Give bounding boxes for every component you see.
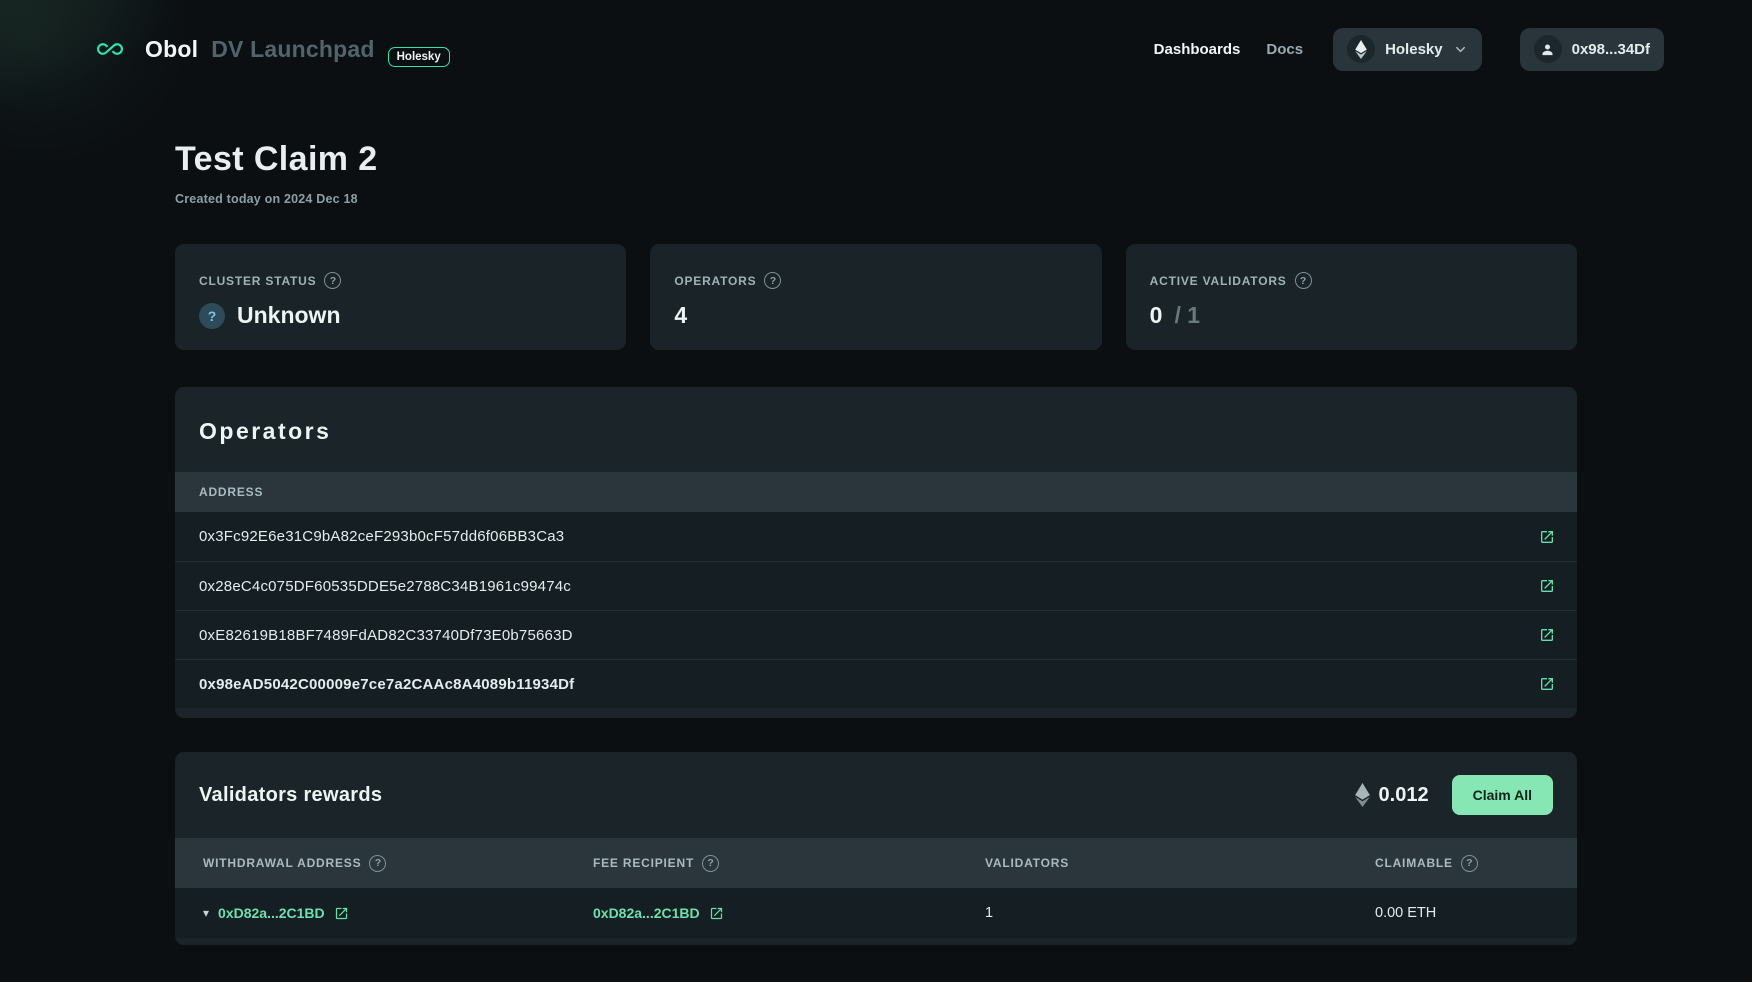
table-row: 0x28eC4c075DF60535DDE5e2788C34B1961c9947… [175, 561, 1577, 610]
withdrawal-address-cell: ▾ 0xD82a...2C1BD [203, 905, 593, 921]
active-validators-count: 0 [1150, 302, 1163, 329]
nav-docs[interactable]: Docs [1266, 41, 1303, 58]
active-validators-label-row: ACTIVE VALIDATORS ? [1150, 272, 1553, 289]
open-in-explorer-icon[interactable] [1539, 529, 1555, 545]
status-unknown-icon: ? [199, 303, 225, 329]
validators-count-cell: 1 [985, 905, 1375, 921]
active-validators-help-icon[interactable]: ? [1295, 272, 1312, 289]
obol-infinity-icon [88, 36, 132, 62]
open-in-explorer-icon[interactable] [709, 906, 724, 921]
table-row: 0x3Fc92E6e31C9bA82ceF293b0cF57dd6f06BB3C… [175, 512, 1577, 561]
operator-address: 0xE82619B18BF7489FdAD82C33740Df73E0b7566… [199, 627, 573, 644]
fee-recipient-help-icon[interactable]: ? [702, 855, 719, 872]
operators-table-body: 0x3Fc92E6e31C9bA82ceF293b0cF57dd6f06BB3C… [175, 512, 1577, 708]
claimable-help-icon[interactable]: ? [1461, 855, 1478, 872]
rewards-header: Validators rewards 0.012 Claim All [175, 752, 1577, 838]
cluster-status-label: CLUSTER STATUS [199, 274, 316, 288]
validators-rewards-panel: Validators rewards 0.012 Claim All WITHD… [175, 752, 1577, 945]
top-nav: Dashboards Docs Holesky 0x98...34Df [1154, 28, 1664, 71]
operators-panel-title: Operators [175, 387, 1577, 472]
network-selector-label: Holesky [1385, 41, 1443, 58]
cluster-status-card: CLUSTER STATUS ? ? Unknown [175, 244, 626, 350]
withdrawal-address-help-icon[interactable]: ? [369, 855, 386, 872]
fee-recipient-cell: 0xD82a...2C1BD [593, 905, 985, 921]
cluster-status-value: Unknown [237, 302, 341, 329]
active-validators-total: / 1 [1174, 302, 1200, 329]
total-rewards-amount: 0.012 [1379, 784, 1429, 807]
rewards-summary: 0.012 Claim All [1355, 775, 1553, 815]
rewards-title: Validators rewards [199, 784, 382, 807]
rewards-table-header: WITHDRAWAL ADDRESS ? FEE RECIPIENT ? VAL… [175, 838, 1577, 888]
row-expander-icon[interactable]: ▾ [203, 907, 209, 919]
cluster-status-help-icon[interactable]: ? [324, 272, 341, 289]
rewards-table-row: ▾ 0xD82a...2C1BD 0xD82a...2C1BD 1 0.00 E… [175, 888, 1577, 938]
claimable-column-header: CLAIMABLE [1375, 856, 1453, 870]
chevron-down-icon [1453, 42, 1468, 57]
operator-address: 0x98eAD5042C00009e7ce7a2CAAc8A4089b11934… [199, 676, 574, 693]
wallet-address-short: 0x98...34Df [1572, 41, 1650, 58]
main-content: Test Claim 2 Created today on 2024 Dec 1… [0, 140, 1752, 945]
user-avatar-icon [1534, 35, 1562, 63]
network-badge: Holesky [388, 47, 450, 67]
open-in-explorer-icon[interactable] [334, 906, 349, 921]
operators-label: OPERATORS [674, 274, 756, 288]
operators-help-icon[interactable]: ? [764, 272, 781, 289]
address-column-header: ADDRESS [199, 485, 263, 499]
open-in-explorer-icon[interactable] [1539, 676, 1555, 692]
cluster-created-date: Created today on 2024 Dec 18 [175, 192, 1577, 206]
ethereum-icon [1355, 783, 1370, 807]
operator-address: 0x28eC4c075DF60535DDE5e2788C34B1961c9947… [199, 578, 571, 595]
operators-count-value: 4 [674, 302, 1077, 329]
table-row: 0x98eAD5042C00009e7ce7a2CAAc8A4089b11934… [175, 659, 1577, 708]
nav-dashboards[interactable]: Dashboards [1154, 41, 1241, 58]
operators-count-card: OPERATORS ? 4 [650, 244, 1101, 350]
active-validators-label: ACTIVE VALIDATORS [1150, 274, 1287, 288]
operator-address: 0x3Fc92E6e31C9bA82ceF293b0cF57dd6f06BB3C… [199, 528, 564, 545]
active-validators-card: ACTIVE VALIDATORS ? 0 / 1 [1126, 244, 1577, 350]
withdrawal-address-column-header: WITHDRAWAL ADDRESS [203, 856, 361, 870]
page-title: Test Claim 2 [175, 140, 1577, 179]
wallet-account-button[interactable]: 0x98...34Df [1520, 28, 1664, 71]
network-selector-button[interactable]: Holesky [1333, 28, 1482, 71]
operators-panel: Operators ADDRESS 0x3Fc92E6e31C9bA82ceF2… [175, 387, 1577, 718]
cluster-status-label-row: CLUSTER STATUS ? [199, 272, 602, 289]
cluster-status-value-row: ? Unknown [199, 302, 602, 329]
active-validators-value-row: 0 / 1 [1150, 302, 1553, 329]
fee-recipient-column-header: FEE RECIPIENT [593, 856, 694, 870]
withdrawal-address-link[interactable]: 0xD82a...2C1BD [218, 905, 325, 921]
table-row: 0xE82619B18BF7489FdAD82C33740Df73E0b7566… [175, 610, 1577, 659]
fee-recipient-link[interactable]: 0xD82a...2C1BD [593, 905, 700, 921]
validators-column-header: VALIDATORS [985, 856, 1069, 870]
brand-logo[interactable]: Obol DV Launchpad Holesky [88, 36, 450, 63]
brand-product: DV Launchpad [211, 36, 374, 63]
operators-label-row: OPERATORS ? [674, 272, 1077, 289]
open-in-explorer-icon[interactable] [1539, 627, 1555, 643]
brand-name: Obol [145, 36, 198, 63]
operators-table-header: ADDRESS [175, 472, 1577, 512]
claimable-amount-cell: 0.00 ETH [1375, 905, 1549, 921]
claim-all-button[interactable]: Claim All [1452, 775, 1553, 815]
open-in-explorer-icon[interactable] [1539, 578, 1555, 594]
ethereum-icon [1347, 35, 1375, 63]
stat-cards: CLUSTER STATUS ? ? Unknown OPERATORS ? 4… [175, 244, 1577, 350]
top-bar: Obol DV Launchpad Holesky Dashboards Doc… [0, 0, 1752, 98]
